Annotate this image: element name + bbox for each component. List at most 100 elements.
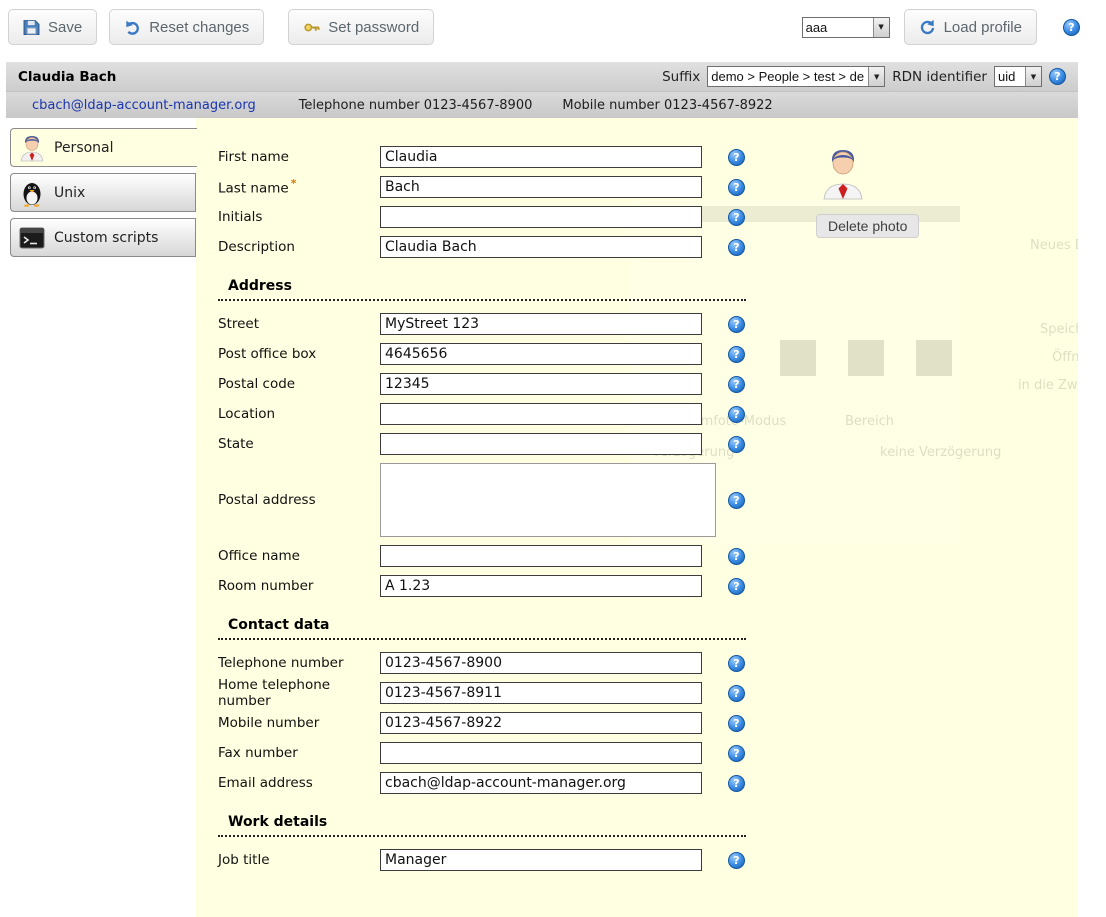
help-icon[interactable]: ? — [728, 179, 745, 196]
office-name-input[interactable] — [380, 545, 702, 567]
state-input[interactable] — [380, 433, 702, 455]
tab-custom-scripts[interactable]: Custom scripts — [10, 218, 196, 257]
field-row-description: Description ? — [218, 236, 818, 258]
office-name-label: Office name — [218, 548, 380, 564]
tab-unix[interactable]: Unix — [10, 173, 196, 212]
help-icon[interactable]: ? — [728, 149, 745, 166]
section-header-contact-data: Contact data — [218, 617, 746, 640]
postal-code-input[interactable] — [380, 373, 702, 395]
field-row-state: State ? — [218, 433, 818, 455]
help-icon[interactable]: ? — [728, 775, 745, 792]
save-icon — [23, 19, 40, 36]
undo-icon — [124, 19, 141, 36]
help-icon[interactable]: ? — [728, 436, 745, 453]
help-icon[interactable]: ? — [728, 492, 745, 509]
set-password-button[interactable]: Set password — [288, 9, 434, 45]
mobile-label: Mobile number — [218, 715, 380, 731]
content-area: Neues Bi Speich Öffne in die Zwisc bilds… — [6, 118, 1078, 917]
account-header-row2: cbach@ldap-account-manager.org Telephone… — [6, 92, 1078, 118]
reset-changes-button[interactable]: Reset changes — [109, 9, 264, 45]
person-icon — [18, 134, 46, 162]
section-header-work-details: Work details — [218, 814, 746, 837]
field-row-last-name: Last name* ? — [218, 176, 818, 198]
help-icon[interactable]: ? — [728, 239, 745, 256]
help-icon[interactable]: ? — [728, 685, 745, 702]
post-office-box-label: Post office box — [218, 346, 380, 362]
telephone-input[interactable] — [380, 652, 702, 674]
field-row-postal-address: Postal address ? — [218, 463, 818, 537]
fax-input[interactable] — [380, 742, 702, 764]
help-icon[interactable]: ? — [728, 715, 745, 732]
help-icon[interactable]: ? — [728, 548, 745, 565]
delete-photo-button[interactable]: Delete photo — [816, 214, 919, 238]
tab-custom-scripts-label: Custom scripts — [54, 230, 158, 246]
ghost-text: Öffne — [1052, 350, 1078, 365]
ghost-text: in die Zwisc — [1018, 378, 1078, 393]
help-icon[interactable]: ? — [728, 745, 745, 762]
ghost-text: Bereich — [845, 414, 894, 429]
rdn-select-wrap: uid — [994, 66, 1042, 87]
street-input[interactable] — [380, 313, 702, 335]
field-row-room-number: Room number ? — [218, 575, 818, 597]
home-telephone-label: Home telephone number — [218, 677, 380, 709]
telephone-label: Telephone number — [218, 655, 380, 671]
account-email-link[interactable]: cbach@ldap-account-manager.org — [32, 98, 256, 113]
help-icon[interactable]: ? — [728, 406, 745, 423]
postal-address-label: Postal address — [218, 492, 380, 508]
header-controls: Suffix demo > People > test > de RDN ide… — [662, 66, 1066, 87]
tab-personal[interactable]: Personal — [10, 128, 197, 167]
field-row-postal-code: Postal code ? — [218, 373, 818, 395]
postal-address-textarea[interactable] — [380, 463, 716, 537]
home-telephone-input[interactable] — [380, 682, 702, 704]
help-icon[interactable]: ? — [728, 852, 745, 869]
help-icon[interactable]: ? — [728, 578, 745, 595]
module-tabs: Personal Unix Custom scripts — [10, 128, 198, 263]
post-office-box-input[interactable] — [380, 343, 702, 365]
load-profile-button[interactable]: Load profile — [904, 9, 1037, 45]
personal-form: First name ? Last name* ? Initials ? Des… — [218, 146, 818, 879]
suffix-select[interactable]: demo > People > test > de — [707, 66, 885, 87]
last-name-label-text: Last name — [218, 181, 289, 197]
help-icon[interactable]: ? — [728, 316, 745, 333]
description-input[interactable] — [380, 236, 702, 258]
user-photo — [820, 146, 866, 200]
account-mobile: Mobile number 0123-4567-8922 — [562, 98, 772, 113]
help-icon[interactable]: ? — [728, 209, 745, 226]
postal-code-label: Postal code — [218, 376, 380, 392]
reset-changes-label: Reset changes — [149, 19, 249, 36]
tab-unix-label: Unix — [54, 185, 85, 201]
help-icon[interactable]: ? — [1063, 19, 1080, 36]
first-name-input[interactable] — [380, 146, 702, 168]
terminal-icon — [18, 224, 46, 252]
field-row-post-office-box: Post office box ? — [218, 343, 818, 365]
account-header-row1: Claudia Bach Suffix demo > People > test… — [6, 62, 1078, 92]
ghost-thumbnail — [916, 340, 952, 376]
field-row-first-name: First name ? — [218, 146, 818, 168]
key-icon — [303, 19, 320, 36]
field-row-street: Street ? — [218, 313, 818, 335]
rdn-select[interactable]: uid — [994, 66, 1042, 87]
fax-label: Fax number — [218, 745, 380, 761]
help-icon[interactable]: ? — [728, 346, 745, 363]
location-input[interactable] — [380, 403, 702, 425]
initials-input[interactable] — [380, 206, 702, 228]
room-number-input[interactable] — [380, 575, 702, 597]
job-title-input[interactable] — [380, 849, 702, 871]
account-title: Claudia Bach — [18, 69, 116, 85]
section-header-address: Address — [218, 278, 746, 301]
save-button[interactable]: Save — [8, 9, 97, 45]
top-toolbar: Save Reset changes Set password aaa Load… — [0, 0, 1106, 54]
description-label: Description — [218, 239, 380, 255]
help-icon[interactable]: ? — [728, 655, 745, 672]
initials-label: Initials — [218, 209, 380, 225]
mobile-input[interactable] — [380, 712, 702, 734]
help-icon[interactable]: ? — [728, 376, 745, 393]
last-name-input[interactable] — [380, 176, 702, 198]
ghost-text: Speich — [1040, 322, 1078, 337]
state-label: State — [218, 436, 380, 452]
profile-select[interactable]: aaa — [802, 17, 890, 38]
help-icon[interactable]: ? — [1049, 68, 1066, 85]
ghost-thumbnail — [848, 340, 884, 376]
suffix-label: Suffix — [662, 69, 700, 85]
email-input[interactable] — [380, 772, 702, 794]
